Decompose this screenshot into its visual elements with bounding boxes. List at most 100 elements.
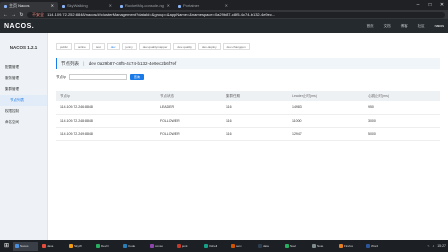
- namespace-chip[interactable]: public: [56, 43, 72, 50]
- minimize-button[interactable]: –: [412, 0, 424, 10]
- cell-leader-timeout: 14983: [288, 101, 364, 115]
- taskbar-app[interactable]: Firefox: [337, 242, 362, 251]
- user-menu[interactable]: nacos: [435, 24, 444, 28]
- header-link-community[interactable]: 社区: [418, 24, 425, 29]
- query-button[interactable]: 查询: [129, 74, 144, 80]
- app-icon: [177, 244, 181, 248]
- tab-favicon-icon: [4, 4, 7, 8]
- cell-node-state: FOLLOWER: [156, 114, 222, 128]
- taskbar-app[interactable]: Code: [121, 242, 146, 251]
- header-link-docs[interactable]: 文档: [384, 24, 391, 29]
- sidebar-item-auth[interactable]: 权限控制: [0, 106, 47, 117]
- cell-heartbeat-timeout: 950: [364, 101, 440, 115]
- cell-heartbeat-timeout: 3000: [364, 114, 440, 128]
- reload-icon[interactable]: ↻: [19, 12, 24, 18]
- namespace-chip[interactable]: dev-quality: [173, 43, 196, 50]
- node-table: 节点Ip 节点状态 集群任期 Leader止时(ms) 心跳止时(ms) 114…: [56, 91, 440, 141]
- clock[interactable]: 15:27: [437, 244, 446, 248]
- taskbar-app[interactable]: DevO: [94, 242, 119, 251]
- namespace-chip[interactable]: test: [91, 43, 105, 50]
- tab-label: Portainer: [183, 3, 200, 8]
- volume-icon[interactable]: ♪: [432, 244, 434, 248]
- taskbar-app[interactable]: SkyW: [67, 242, 92, 251]
- app-icon: [15, 244, 19, 248]
- header-link-blog[interactable]: 博客: [401, 24, 408, 29]
- cell-node-state: LEADER: [156, 101, 222, 115]
- sidebar-item-cluster[interactable]: 集群管理: [0, 84, 47, 95]
- not-secure-label: 不安全: [32, 11, 44, 17]
- taskbar-app[interactable]: Java: [40, 242, 65, 251]
- close-window-button[interactable]: ✕: [436, 0, 448, 10]
- taskbar-apps: Nacos Java SkyW DevO Code conso jenk Xshell serv…: [13, 241, 389, 251]
- tab-label: RocketMq-console-ng: [125, 3, 164, 8]
- taskbar-app-label: Code: [128, 244, 136, 248]
- cell-heartbeat-timeout: 5000: [364, 127, 440, 141]
- address-bar: ← → ↻ 不安全 114.109.72.252:8848/nacos/#/cl…: [0, 10, 448, 19]
- browser-tab[interactable]: Portainer ✕: [174, 2, 232, 10]
- taskbar-app[interactable]: Navi: [283, 242, 308, 251]
- app-icon: [69, 244, 73, 248]
- browser-tab[interactable]: SkyWalking ✕: [58, 2, 116, 10]
- taskbar: ⊞ Nacos Java SkyW DevO Code conso jenk Xshell se…: [0, 240, 448, 252]
- network-icon[interactable]: ⌁: [427, 244, 429, 248]
- taskbar-app-label: SkyW: [74, 244, 82, 248]
- app-header: NACOS. 首页 文档 博客 社区 nacos: [0, 19, 448, 33]
- taskbar-app[interactable]: Nacos: [13, 241, 38, 251]
- taskbar-app[interactable]: Note: [310, 242, 335, 251]
- title-separator: |: [83, 61, 85, 66]
- header-link-home[interactable]: 首页: [367, 24, 374, 29]
- node-ip-input[interactable]: [68, 74, 127, 80]
- sidebar-item-service[interactable]: 服务管理: [0, 73, 47, 84]
- taskbar-app[interactable]: Word: [364, 242, 389, 251]
- app-icon: [258, 244, 262, 248]
- taskbar-app-label: DevO: [101, 244, 109, 248]
- back-icon[interactable]: ←: [3, 12, 8, 18]
- close-tab-icon[interactable]: ✕: [225, 2, 228, 10]
- taskbar-app-label: conso: [155, 244, 164, 248]
- cell-term: 116: [222, 127, 288, 141]
- column-header: 心跳止时(ms): [364, 91, 440, 101]
- url-input[interactable]: 不安全 114.109.72.252:8848/nacos/#/clusterM…: [27, 11, 445, 18]
- app-icon: [366, 244, 370, 248]
- sidebar-item-node-list[interactable]: 节点列表: [0, 95, 47, 106]
- taskbar-app[interactable]: conso: [148, 242, 173, 251]
- cell-node-ip: 114.109.72.248:8848: [56, 114, 156, 128]
- nacos-logo[interactable]: NACOS.: [4, 23, 34, 30]
- tab-label: SkyWalking: [67, 3, 88, 8]
- browser-tab[interactable]: 主页 Nacos ✕: [0, 2, 58, 10]
- column-header: 节点Ip: [56, 91, 156, 101]
- sidebar: NACOS 1.2.1 配置管理 服务管理 集群管理 节点列表 权限控制 命名空…: [0, 33, 48, 240]
- browser-tabbar: 主页 Nacos ✕ SkyWalking ✕ RocketMq-console…: [0, 0, 448, 10]
- close-tab-icon[interactable]: ✕: [51, 2, 54, 10]
- system-tray: ⌁ ♪ 15:27: [427, 244, 446, 248]
- tab-favicon-icon: [62, 4, 65, 8]
- namespace-chip[interactable]: dev-qualitymapper: [138, 43, 172, 50]
- taskbar-app[interactable]: serv: [229, 242, 254, 251]
- namespace-chip[interactable]: dev-changqun: [222, 43, 250, 50]
- sidebar-item-namespace[interactable]: 命名空间: [0, 117, 47, 128]
- cell-term: 116: [222, 101, 288, 115]
- taskbar-app-label: data: [263, 244, 269, 248]
- close-tab-icon[interactable]: ✕: [167, 2, 170, 10]
- table-header-row: 节点Ip 节点状态 集群任期 Leader止时(ms) 心跳止时(ms): [56, 91, 440, 101]
- maximize-button[interactable]: □: [424, 0, 436, 10]
- column-header: 节点状态: [156, 91, 222, 101]
- url-text: 114.109.72.252:8848/nacos/#/clusterManag…: [47, 11, 276, 17]
- forward-icon[interactable]: →: [11, 12, 16, 18]
- taskbar-app[interactable]: jenk: [175, 242, 200, 251]
- windows-start-icon[interactable]: ⊞: [2, 242, 11, 251]
- namespace-chip[interactable]: dev-deploy: [197, 43, 221, 50]
- cell-term: 116: [222, 114, 288, 128]
- namespace-chip-active[interactable]: dev: [106, 43, 120, 50]
- screen: 主页 Nacos ✕ SkyWalking ✕ RocketMq-console…: [0, 0, 448, 252]
- sidebar-item-config[interactable]: 配置管理: [0, 62, 47, 73]
- namespace-chip[interactable]: jenny: [121, 43, 137, 50]
- namespace-chip[interactable]: online: [73, 43, 90, 50]
- taskbar-app[interactable]: data: [256, 242, 281, 251]
- window-controls: – □ ✕: [412, 0, 448, 10]
- browser-tab[interactable]: RocketMq-console-ng ✕: [116, 2, 174, 10]
- app-icon: [204, 244, 208, 248]
- taskbar-app[interactable]: Xshell: [202, 242, 227, 251]
- close-tab-icon[interactable]: ✕: [109, 2, 112, 10]
- app-icon: [312, 244, 316, 248]
